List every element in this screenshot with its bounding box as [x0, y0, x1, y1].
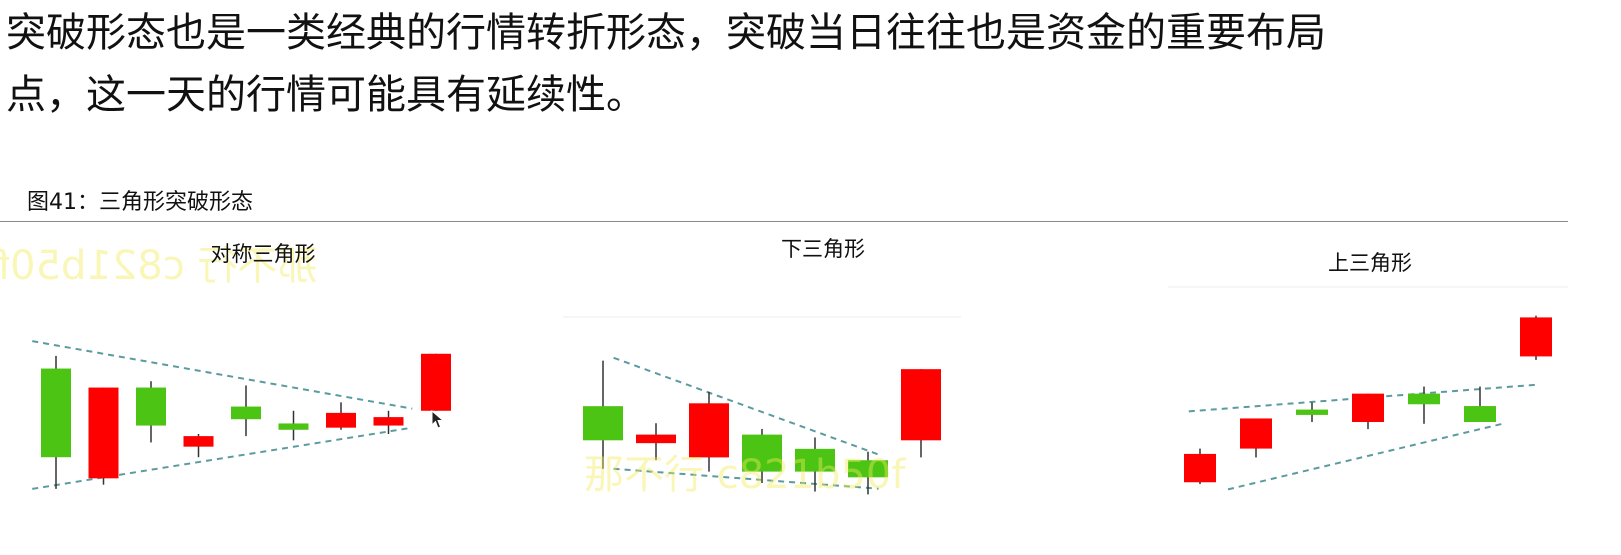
candle-body-symmetric-6 — [278, 423, 309, 430]
panel-title-descending: 下三角形 — [781, 237, 865, 261]
candle-body-symmetric-4 — [183, 436, 214, 447]
mouse-pointer-icon — [431, 410, 445, 429]
candle-body-ascending-6 — [1464, 406, 1496, 422]
panel-title-symmetric: 对称三角形 — [211, 242, 316, 266]
candle-body-symmetric-3 — [136, 387, 166, 426]
candle-body-ascending-4 — [1352, 393, 1384, 422]
watermark: 那不行 c821b50f — [584, 452, 906, 498]
candle-body-ascending-7 — [1520, 317, 1552, 357]
candle-body-symmetric-1 — [41, 368, 71, 458]
candle-body-ascending-1 — [1184, 453, 1216, 483]
candle-body-symmetric-8 — [373, 417, 404, 426]
candle-body-symmetric-2 — [88, 387, 119, 479]
candle-body-ascending-3 — [1296, 409, 1328, 415]
candle-body-symmetric-9 — [421, 353, 451, 411]
panel-title-ascending: 上三角形 — [1328, 251, 1412, 275]
candle-body-symmetric-7 — [326, 412, 356, 428]
candle-body-symmetric-5 — [231, 406, 261, 420]
candle-body-descending-7 — [901, 369, 941, 441]
candle-body-descending-1 — [583, 406, 623, 441]
candle-body-ascending-2 — [1240, 418, 1272, 449]
candle-body-ascending-5 — [1408, 393, 1440, 405]
